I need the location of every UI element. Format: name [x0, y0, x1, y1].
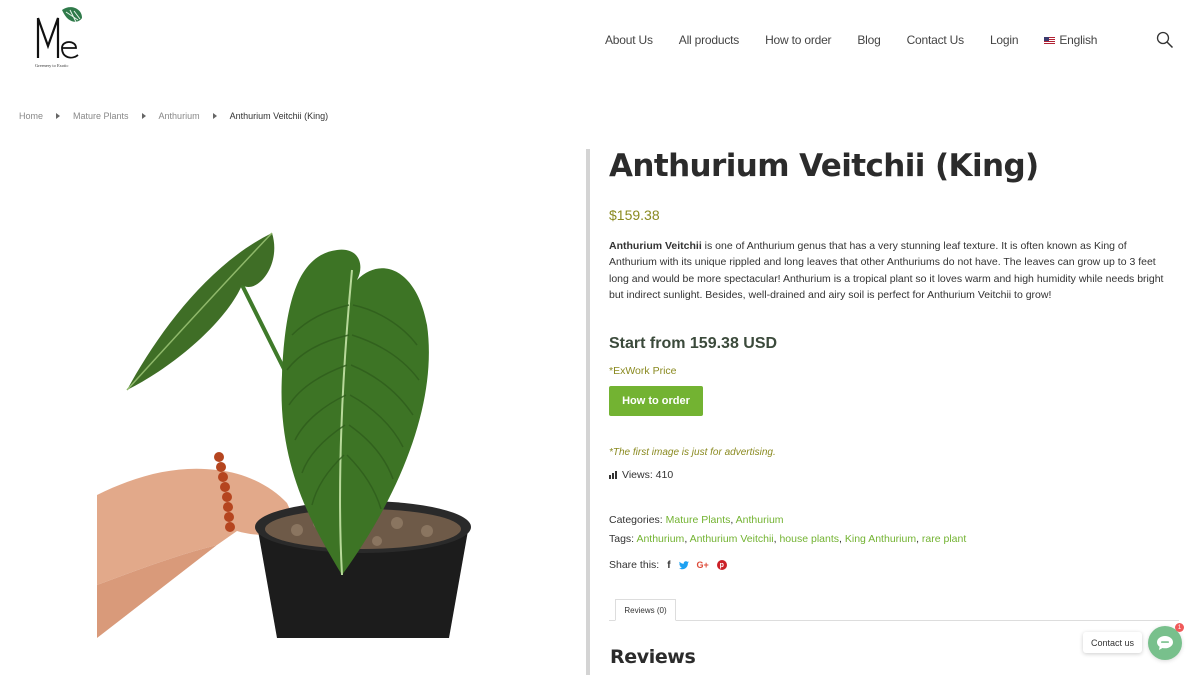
nav-contact-us[interactable]: Contact Us — [907, 33, 965, 47]
language-selector[interactable]: English — [1044, 33, 1097, 47]
breadcrumb-arrow-icon — [56, 113, 61, 119]
pinterest-icon[interactable]: p — [716, 560, 727, 570]
tag-link[interactable]: King Anthurium — [845, 533, 916, 545]
category-link[interactable]: Anthurium — [736, 514, 784, 526]
google-plus-icon[interactable]: G+ — [697, 560, 709, 570]
breadcrumb-current: Anthurium Veitchii (King) — [229, 111, 329, 121]
language-label: English — [1059, 33, 1098, 47]
categories-label: Categories: — [609, 514, 663, 526]
breadcrumb-anthurium[interactable]: Anthurium — [159, 111, 200, 121]
tag-link[interactable]: rare plant — [922, 533, 966, 545]
product-price: $159.38 — [609, 207, 660, 223]
main-nav: About Us All products How to order Blog … — [605, 33, 1123, 47]
exwork-note: *ExWork Price — [609, 365, 677, 377]
tags: Tags: Anthurium, Anthurium Veitchii, hou… — [609, 533, 967, 545]
twitter-icon[interactable] — [678, 560, 689, 570]
start-from-price: Start from 159.38 USD — [609, 335, 778, 352]
tag-link[interactable]: Anthurium Veitchii — [690, 533, 774, 545]
nav-blog[interactable]: Blog — [857, 33, 880, 47]
bar-chart-icon — [609, 471, 617, 479]
views-count: Views: 410 — [609, 469, 673, 481]
tag-link[interactable]: house plants — [779, 533, 839, 545]
product-description: Anthurium Veitchii is one of Anthurium g… — [609, 238, 1174, 303]
categories: Categories: Mature Plants, Anthurium — [609, 514, 784, 526]
nav-about-us[interactable]: About Us — [605, 33, 653, 47]
nav-login[interactable]: Login — [990, 33, 1019, 47]
tag-link[interactable]: Anthurium — [636, 533, 684, 545]
contact-us-label[interactable]: Contact us — [1083, 632, 1142, 653]
site-header: Me Greenery to Exotic About Us All produ… — [0, 0, 1200, 80]
nav-how-to-order[interactable]: How to order — [765, 33, 831, 47]
facebook-icon[interactable]: f — [667, 560, 670, 571]
advertising-note: *The first image is just for advertising… — [609, 447, 776, 458]
description-bold: Anthurium Veitchii — [609, 240, 702, 252]
site-logo[interactable]: Me Greenery to Exotic — [32, 6, 96, 70]
product-image[interactable] — [97, 225, 472, 638]
category-link[interactable]: Mature Plants — [666, 514, 731, 526]
breadcrumb: Home Mature Plants Anthurium Anthurium V… — [19, 111, 328, 121]
breadcrumb-arrow-icon — [141, 113, 146, 119]
product-title: Anthurium Veitchii (King) — [609, 148, 1039, 184]
share-label: Share this: — [609, 559, 660, 571]
gallery-divider — [586, 149, 590, 675]
how-to-order-button[interactable]: How to order — [609, 386, 703, 416]
views-text: Views: 410 — [622, 469, 674, 481]
tabs-underline — [609, 620, 1179, 621]
tab-reviews[interactable]: Reviews (0) — [615, 599, 676, 621]
search-icon[interactable] — [1156, 31, 1174, 49]
logo-tagline: Greenery to Exotic — [35, 63, 68, 68]
tags-label: Tags: — [609, 533, 635, 545]
share-bar: Share this: f G+ p — [609, 559, 727, 571]
breadcrumb-home[interactable]: Home — [19, 111, 43, 121]
breadcrumb-arrow-icon — [212, 113, 217, 119]
breadcrumb-mature-plants[interactable]: Mature Plants — [73, 111, 129, 121]
chat-bubble-icon — [1157, 636, 1173, 650]
us-flag-icon — [1044, 36, 1056, 44]
notification-badge: 1 — [1175, 623, 1184, 632]
nav-all-products[interactable]: All products — [679, 33, 739, 47]
reviews-heading: Reviews — [610, 646, 696, 668]
